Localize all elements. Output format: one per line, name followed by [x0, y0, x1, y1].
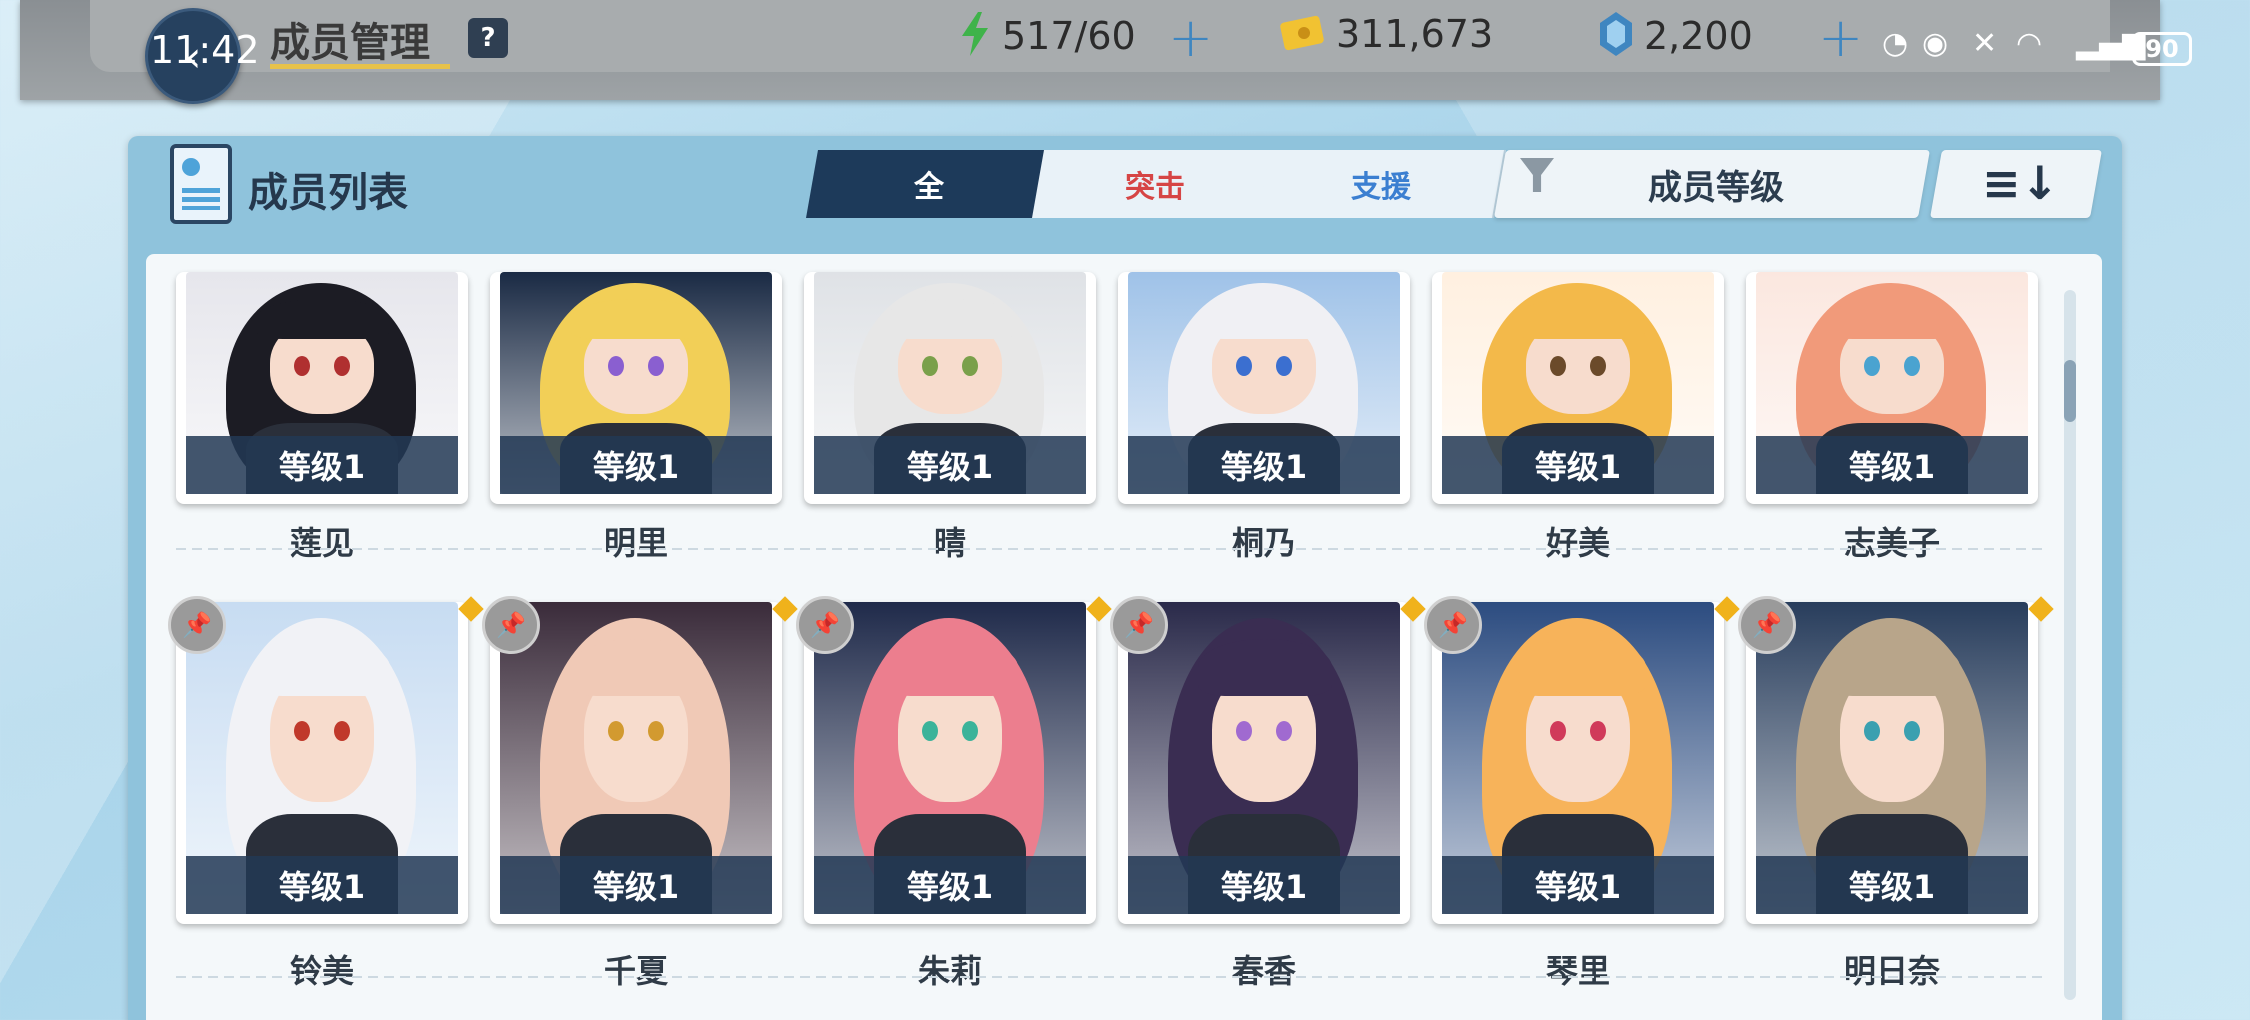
member-card[interactable]: 等级1	[1432, 602, 1724, 924]
member-card[interactable]: 等级1	[1746, 272, 2038, 504]
pin-icon[interactable]: 📌	[168, 596, 226, 654]
member-level: 等级1	[814, 436, 1086, 494]
page-title: 成员管理	[270, 20, 430, 66]
member-name: 好美	[1545, 524, 1610, 562]
row-divider	[176, 548, 2046, 550]
member-level: 等级1	[500, 436, 772, 494]
filter-label: 成员等级	[1648, 168, 1784, 208]
member-card[interactable]: 等级1	[1118, 602, 1410, 924]
pin-icon[interactable]: 📌	[1110, 596, 1168, 654]
member-card[interactable]: 等级1	[490, 602, 782, 924]
member-level: 等级1	[814, 856, 1086, 914]
member-card[interactable]: 等级1	[1118, 272, 1410, 504]
ap-resource: 517/60	[958, 12, 1136, 65]
row-divider	[176, 976, 2046, 978]
member-card[interactable]: 等级1	[804, 602, 1096, 924]
member-level: 等级1	[1442, 436, 1714, 494]
help-icon[interactable]: ?	[468, 18, 508, 58]
add-ap-button[interactable]: +	[1168, 6, 1213, 69]
lightning-icon	[958, 12, 992, 65]
mute-icon: ✕	[1972, 26, 1998, 61]
member-name: 千夏	[603, 952, 668, 990]
member-list-icon	[170, 144, 232, 224]
member-name: 春香	[1231, 952, 1296, 990]
nfc-icon: ◔	[1882, 26, 1909, 61]
member-card[interactable]: 等级1	[176, 272, 468, 504]
gem-resource: 2,200	[1598, 12, 1753, 65]
gem-value: 2,200	[1644, 14, 1753, 58]
status-time: 11:42	[150, 28, 260, 72]
member-name: 桐乃	[1231, 524, 1296, 562]
member-card[interactable]: 等级1	[176, 602, 468, 924]
battery-indicator: 90	[2132, 32, 2192, 66]
add-gem-button[interactable]: +	[1818, 6, 1863, 69]
pin-icon[interactable]: 📌	[482, 596, 540, 654]
member-level: 等级1	[1756, 856, 2028, 914]
member-card[interactable]: 等级1	[804, 272, 1096, 504]
credit-value: 311,673	[1336, 12, 1494, 56]
member-level: 等级1	[1756, 436, 2028, 494]
member-level: 等级1	[1128, 436, 1400, 494]
scrollbar-thumb[interactable]	[2064, 360, 2076, 422]
member-name: 铃美	[289, 952, 354, 990]
credit-card-icon	[1280, 13, 1326, 60]
member-level: 等级1	[186, 436, 458, 494]
member-name: 莲见	[289, 524, 354, 562]
eye-icon: ◉	[1922, 26, 1949, 61]
ap-value: 517/60	[1002, 14, 1136, 58]
pin-icon[interactable]: 📌	[1424, 596, 1482, 654]
member-name: 志美子	[1843, 524, 1940, 562]
panel-title: 成员列表	[248, 170, 408, 216]
member-name: 朱莉	[917, 952, 982, 990]
member-name: 晴	[933, 524, 966, 562]
gem-icon	[1598, 12, 1634, 65]
pin-icon[interactable]: 📌	[796, 596, 854, 654]
member-level: 等级1	[500, 856, 772, 914]
member-level: 等级1	[186, 856, 458, 914]
title-underline	[270, 64, 450, 69]
member-name: 琴里	[1545, 952, 1610, 990]
member-card[interactable]: 等级1	[1432, 272, 1724, 504]
sort-icon: ≡↓	[1982, 156, 2060, 210]
pin-icon[interactable]: 📌	[1738, 596, 1796, 654]
member-level: 等级1	[1442, 856, 1714, 914]
member-name: 明里	[603, 524, 668, 562]
credit-resource: 311,673	[1280, 12, 1493, 60]
wifi-icon: ◠	[2016, 26, 2043, 61]
member-card[interactable]: 等级1	[490, 272, 782, 504]
member-name: 明日奈	[1843, 952, 1940, 990]
tab-support[interactable]: 支援	[1258, 150, 1506, 218]
tab-assault[interactable]: 突击	[1032, 150, 1280, 218]
member-level: 等级1	[1128, 856, 1400, 914]
tab-all[interactable]: 全	[806, 150, 1054, 218]
member-card[interactable]: 等级1	[1746, 602, 2038, 924]
